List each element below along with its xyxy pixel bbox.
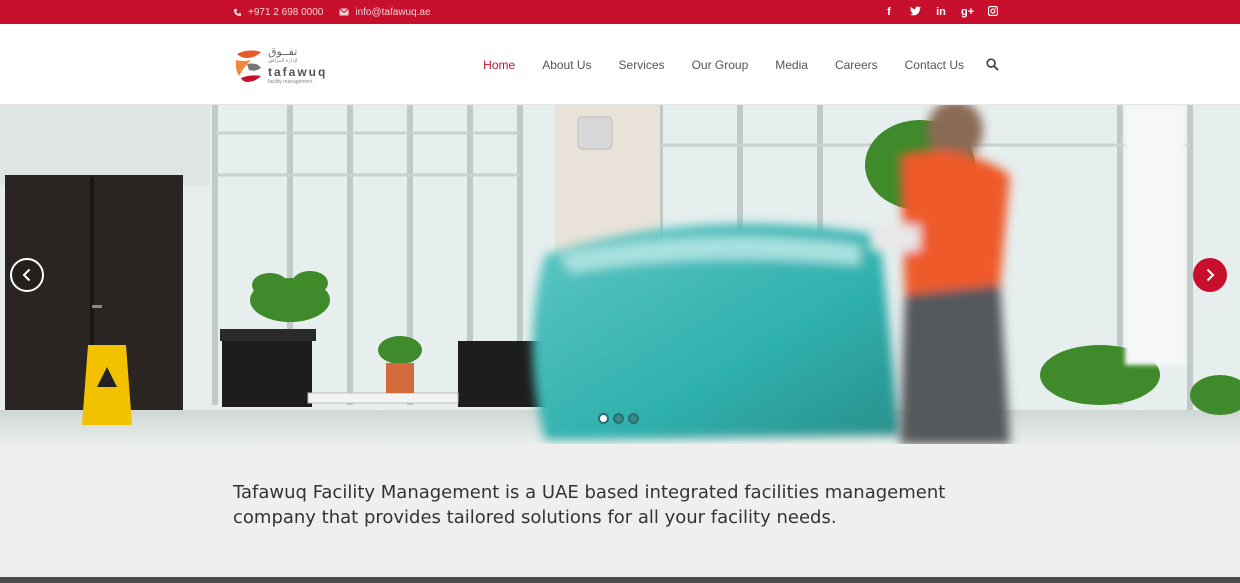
slider-dot-2[interactable]	[613, 413, 624, 424]
logo-arabic: تفــوق	[268, 44, 298, 58]
phone-link[interactable]: +971 2 698 0000	[232, 7, 323, 18]
email-link[interactable]: info@tafawuq.ae	[339, 6, 431, 18]
search-icon[interactable]	[986, 57, 1000, 72]
envelope-icon	[339, 7, 350, 17]
email-address: info@tafawuq.ae	[355, 6, 431, 18]
logo-text: تفــوق لإدارة المرافق tafawuq facility m…	[268, 46, 327, 85]
phone-number: +971 2 698 0000	[248, 6, 324, 18]
hero-slider[interactable]	[0, 105, 1240, 444]
logo-mark-icon	[233, 46, 265, 84]
slider-dot-1[interactable]	[598, 413, 609, 424]
nav-item-our-group[interactable]: Our Group	[692, 58, 749, 72]
twitter-icon[interactable]	[909, 5, 921, 19]
instagram-icon[interactable]	[987, 5, 999, 19]
nav-item-media[interactable]: Media	[775, 58, 808, 72]
slider-next-button[interactable]	[1193, 258, 1227, 292]
nav-item-home[interactable]: Home	[483, 58, 515, 72]
logo-arabic-sub: لإدارة المرافق	[268, 57, 298, 64]
chevron-left-icon	[22, 268, 31, 282]
linkedin-icon[interactable]: in	[935, 6, 947, 18]
phone-icon	[232, 7, 242, 17]
logo-name: tafawuq	[268, 64, 328, 79]
facebook-icon[interactable]: f	[883, 6, 895, 18]
site-header: تفــوق لإدارة المرافق tafawuq facility m…	[0, 24, 1240, 105]
contact-info: +971 2 698 0000 info@tafawuq.ae	[232, 0, 431, 24]
nav-item-careers[interactable]: Careers	[835, 58, 878, 72]
nav-item-services[interactable]: Services	[619, 58, 665, 72]
google-plus-icon[interactable]: g+	[961, 6, 974, 18]
nav-item-contact-us[interactable]: Contact Us	[905, 58, 964, 72]
hero-image	[0, 105, 1240, 444]
slider-dot-3[interactable]	[628, 413, 639, 424]
slider-dots	[598, 413, 639, 424]
chevron-right-icon	[1206, 268, 1215, 282]
intro-text: Tafawuq Facility Management is a UAE bas…	[233, 482, 946, 528]
top-bar: +971 2 698 0000 info@tafawuq.ae f in g+	[0, 0, 1240, 24]
logo-tagline: facility management	[268, 78, 313, 85]
social-links: f in g+	[883, 0, 999, 24]
intro-section: Tafawuq Facility Management is a UAE bas…	[0, 444, 1240, 577]
slider-prev-button[interactable]	[10, 258, 44, 292]
main-nav: Home About Us Services Our Group Media C…	[456, 24, 1000, 105]
logo[interactable]: تفــوق لإدارة المرافق tafawuq facility m…	[233, 44, 328, 86]
nav-item-about-us[interactable]: About Us	[542, 58, 591, 72]
section-divider	[0, 577, 1240, 583]
